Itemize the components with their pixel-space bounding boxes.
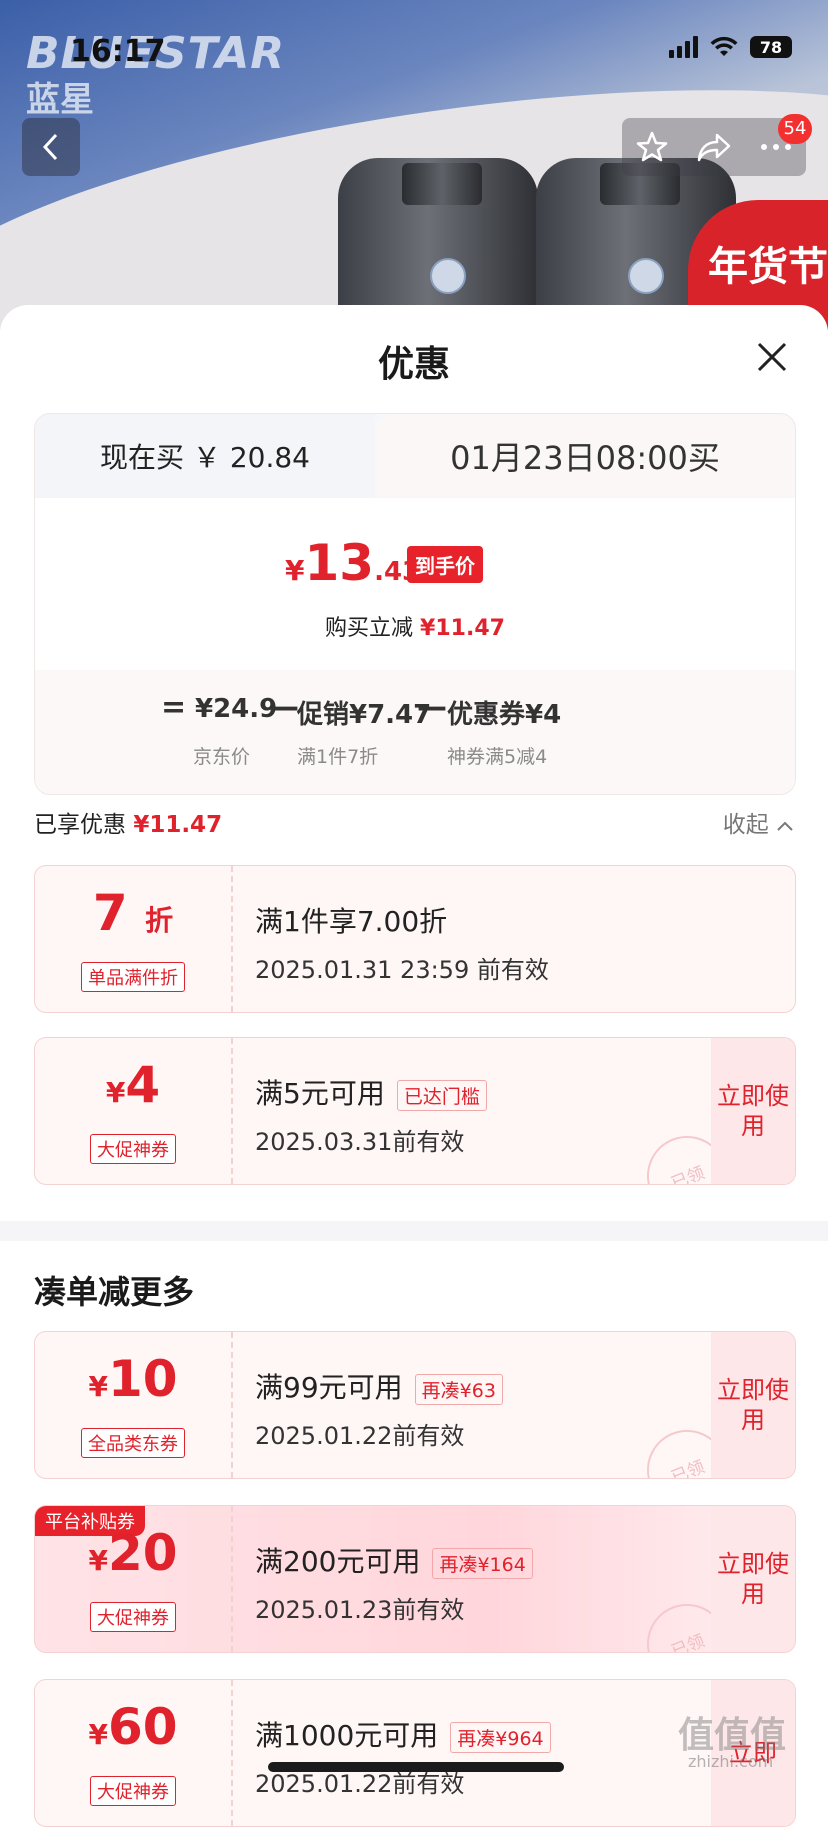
chevron-up-icon bbox=[777, 821, 793, 831]
use-now-button[interactable]: 立即使用 bbox=[711, 1038, 795, 1184]
coupon-discount-label: 神券满5减4 bbox=[447, 746, 548, 768]
brand-logo-cn: 蓝星 bbox=[26, 80, 94, 120]
coupon-expiry: 2025.01.23前有效 bbox=[255, 1596, 465, 1624]
price-card: 现在买 ￥ 20.84 01月23日08:00买 ¥13.43 到手价 购买立减… bbox=[34, 413, 796, 795]
coupon-type-tag: 大促神券 bbox=[90, 1134, 176, 1164]
more-dots-icon[interactable] bbox=[759, 142, 793, 152]
coupon-condition: 满5元可用 已达门槛 bbox=[255, 1072, 487, 1112]
coupon-type-tag: 大促神券 bbox=[90, 1776, 176, 1806]
tab-buy-later[interactable]: 01月23日08:00买 bbox=[375, 414, 795, 498]
discount-sheet: 优惠 现在买 ￥ 20.84 01月23日08:00买 ¥13.43 到手价 购… bbox=[0, 305, 828, 1827]
coupon-expiry: 2025.01.31 23:59 前有效 bbox=[255, 956, 549, 984]
collapse-button[interactable]: 收起 bbox=[723, 805, 794, 839]
coupon-threshold-note: 再凑¥164 bbox=[432, 1547, 533, 1579]
coupon-value: 7 折 bbox=[92, 884, 174, 942]
jd-price: ¥24.9 bbox=[195, 694, 278, 724]
battery-icon: 78 bbox=[750, 36, 792, 58]
coupon-threshold-note: 已达门槛 bbox=[396, 1079, 487, 1111]
status-icons: 78 bbox=[669, 36, 792, 58]
coupon-type-tag: 大促神券 bbox=[90, 1602, 176, 1632]
coupon-card: ¥4 大促神券 满5元可用 已达门槛 2025.03.31前有效 已领 立即使用 bbox=[34, 1037, 796, 1185]
coupon-value: ¥60 bbox=[88, 1698, 178, 1756]
share-icon[interactable] bbox=[696, 131, 732, 163]
tab-buy-now[interactable]: 现在买 ￥ 20.84 bbox=[35, 414, 375, 498]
coupon-expiry: 2025.01.22前有效 bbox=[255, 1422, 465, 1450]
coupon-condition: 满200元可用 再凑¥164 bbox=[255, 1540, 533, 1580]
coupon-card[interactable]: 7 折 单品满件折 满1件享7.00折 2025.01.31 23:59 前有效 bbox=[34, 865, 796, 1013]
coupon-threshold-note: 再凑¥964 bbox=[450, 1721, 551, 1753]
promo-discount: 促销¥7.47 bbox=[297, 700, 432, 730]
coupon-type-tag: 单品满件折 bbox=[81, 962, 185, 992]
jd-price-label: 京东价 bbox=[193, 746, 251, 768]
section-separator bbox=[0, 1221, 828, 1241]
final-price-tag: 到手价 bbox=[407, 546, 483, 583]
use-now-button[interactable]: 立即使用 bbox=[711, 1332, 795, 1478]
final-price-section: ¥13.43 到手价 购买立减 ¥11.47 bbox=[35, 498, 795, 670]
coupon-discount: 优惠券¥4 bbox=[447, 700, 562, 730]
favorite-star-icon[interactable] bbox=[635, 130, 669, 164]
instant-saving: 购买立减 ¥11.47 bbox=[325, 616, 505, 641]
status-time: 16:17 bbox=[70, 34, 166, 69]
equals-sign: = bbox=[161, 690, 187, 725]
minus-sign: — bbox=[269, 690, 299, 725]
final-price: ¥13.43 bbox=[285, 534, 421, 592]
signal-icon bbox=[669, 36, 698, 58]
chevron-left-icon bbox=[42, 133, 58, 161]
section-title: 凑单减更多 bbox=[34, 1273, 195, 1311]
coupon-card: 平台补贴券 ¥20 大促神券 满200元可用 再凑¥164 2025.01.23前… bbox=[34, 1505, 796, 1653]
coupon-condition: 满99元可用 再凑¥63 bbox=[255, 1366, 503, 1406]
wifi-icon bbox=[710, 36, 738, 56]
coupon-type-tag: 全品类东券 bbox=[81, 1428, 185, 1458]
coupon-condition: 满1件享7.00折 bbox=[255, 905, 448, 938]
close-icon[interactable] bbox=[754, 339, 790, 375]
coupon-condition: 满1000元可用 再凑¥964 bbox=[255, 1714, 551, 1754]
watermark-logo: 值值值 bbox=[678, 1715, 787, 1756]
use-now-button[interactable]: 立即使用 bbox=[711, 1506, 795, 1652]
coupon-threshold-note: 再凑¥63 bbox=[414, 1373, 503, 1405]
coupon-value: ¥10 bbox=[88, 1350, 178, 1408]
back-button[interactable] bbox=[22, 118, 80, 176]
message-count-badge: 54 bbox=[778, 114, 812, 144]
enjoyed-discount: 已享优惠 ¥11.47 bbox=[34, 812, 223, 838]
price-breakdown: = ¥24.9 京东价 — 促销¥7.47 满1件7折 — 优惠券¥4 神券满5… bbox=[35, 670, 795, 794]
minus-sign: — bbox=[417, 690, 447, 725]
coupon-expiry: 2025.03.31前有效 bbox=[255, 1128, 465, 1156]
sheet-title: 优惠 bbox=[377, 344, 450, 385]
watermark-site: zhizhi.com bbox=[688, 1752, 774, 1771]
promo-discount-label: 满1件7折 bbox=[297, 746, 379, 768]
coupon-value: ¥20 bbox=[88, 1524, 178, 1582]
coupon-card: ¥10 全品类东券 满99元可用 再凑¥63 2025.01.22前有效 已领 立… bbox=[34, 1331, 796, 1479]
home-indicator[interactable] bbox=[268, 1762, 564, 1772]
purchase-time-tabs: 现在买 ￥ 20.84 01月23日08:00买 bbox=[35, 414, 795, 498]
coupon-value: ¥4 bbox=[105, 1056, 161, 1114]
